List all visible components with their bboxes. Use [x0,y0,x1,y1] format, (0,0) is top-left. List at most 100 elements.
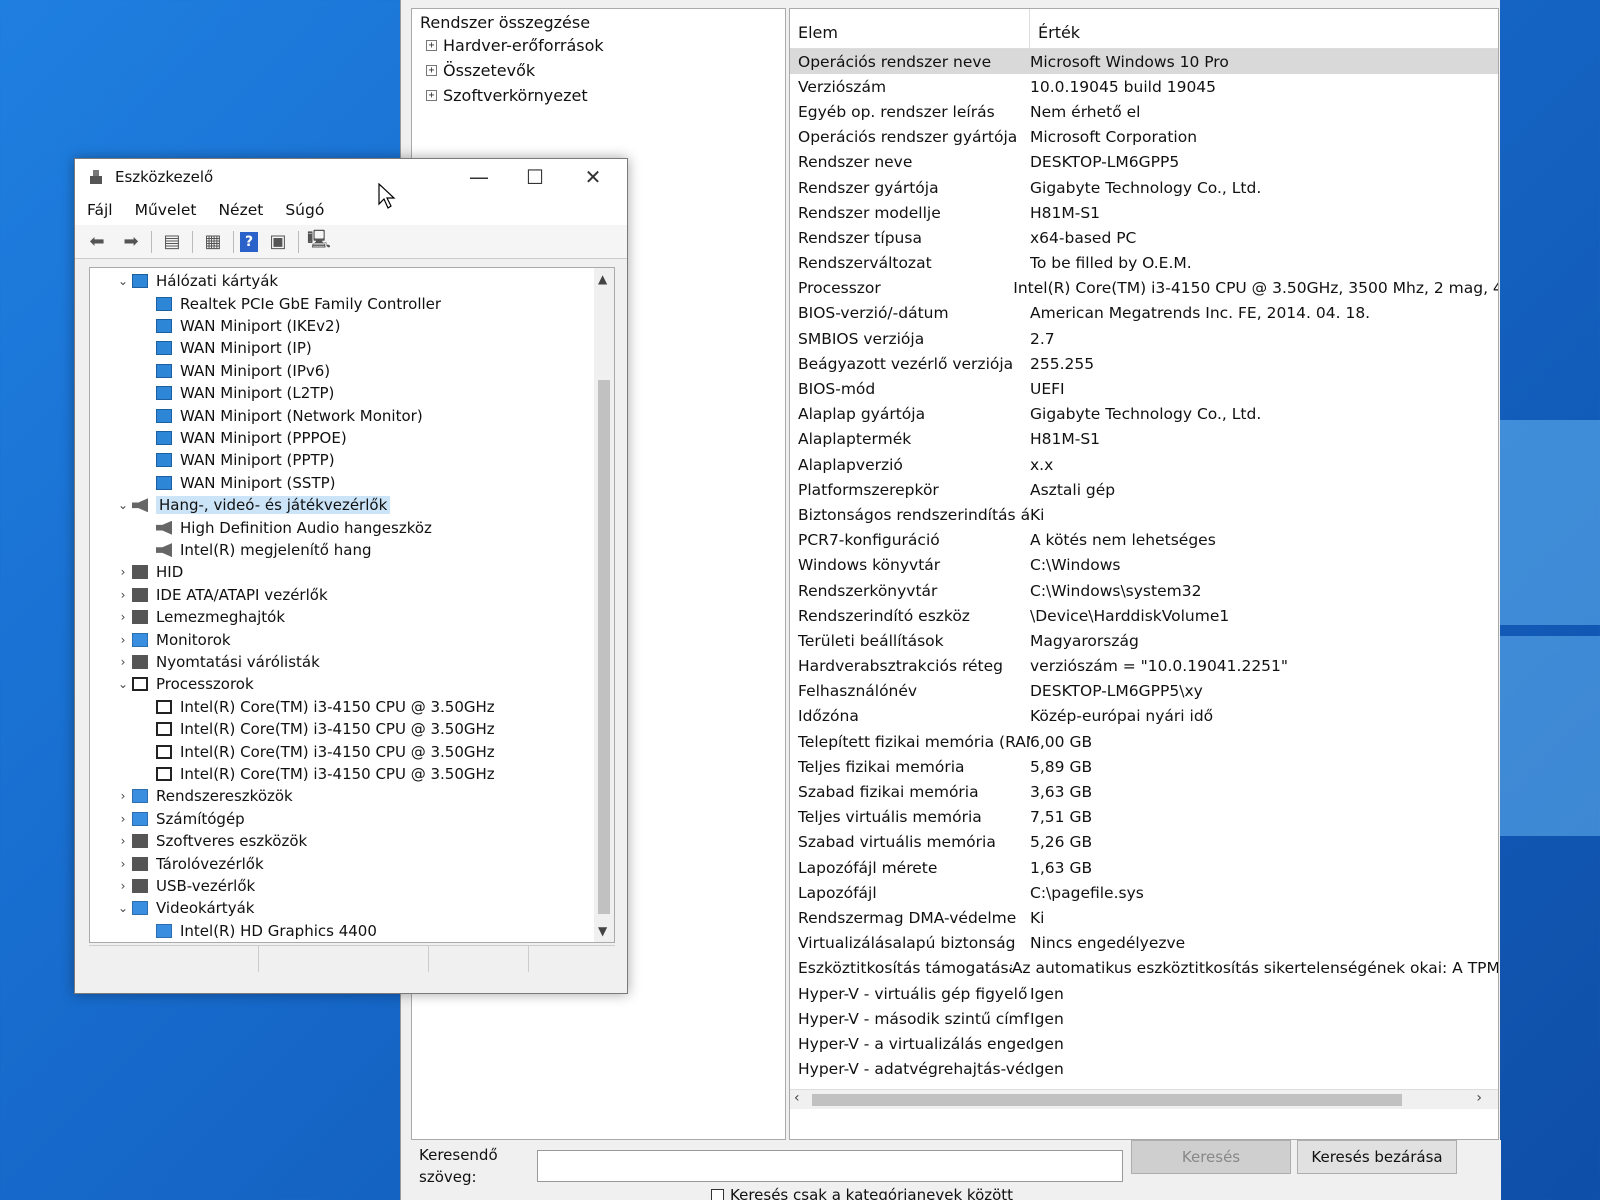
device-category[interactable]: › USB-vezérlők [114,875,256,898]
details-grid[interactable]: Elem Érték Operációs rendszer neve Micros… [789,8,1499,1140]
tree-node[interactable]: + Hardver-erőforrások [412,33,785,58]
table-row[interactable]: Lapozófájl C:\pagefile.sys [790,880,1498,905]
scroll-right-icon[interactable]: › [1476,1090,1482,1106]
category-only-checkbox[interactable] [711,1188,724,1200]
horizontal-scrollbar[interactable]: ‹ › [790,1089,1498,1109]
device-item[interactable]: Intel(R) Core(TM) i3-4150 CPU @ 3.50GHz [156,696,495,719]
expand-plus-icon[interactable]: + [426,65,437,76]
menu-action[interactable]: Művelet [135,201,197,219]
chevron-right-icon[interactable]: › [114,812,132,826]
table-row[interactable]: Eszköztitkosítás támogatása Az automatiku… [790,956,1498,981]
device-item[interactable]: WAN Miniport (PPTP) [156,449,335,472]
device-item[interactable]: Intel(R) Core(TM) i3-4150 CPU @ 3.50GHz [156,740,495,763]
table-row[interactable]: Területi beállítások Magyarország [790,628,1498,653]
table-row[interactable]: Rendszermag DMA-védelme Ki [790,905,1498,930]
scan-hardware-icon[interactable]: 🖳 [305,229,333,254]
table-row[interactable]: Rendszerindító eszköz \Device\HarddiskVol… [790,603,1498,628]
device-category[interactable]: › Szoftveres eszközök [114,830,308,853]
menu-help[interactable]: Súgó [285,201,324,219]
help-icon[interactable]: ? [240,231,258,252]
table-row[interactable]: Teljes virtuális memória 7,51 GB [790,805,1498,830]
table-row[interactable]: BIOS-mód UEFI [790,376,1498,401]
table-row[interactable]: Szabad fizikai memória 3,63 GB [790,779,1498,804]
category-only-option[interactable]: Keresés csak a kategórianevek között [711,1186,1013,1200]
device-item[interactable]: High Definition Audio hangeszköz [156,516,432,539]
table-row[interactable]: Rendszer modellje H81M-S1 [790,200,1498,225]
chevron-right-icon[interactable]: › [114,789,132,803]
device-category[interactable]: › Lemezmeghajtók [114,606,285,629]
device-category[interactable]: ⌄ Processzorok [114,673,254,696]
table-row[interactable]: Beágyazott vezérlő verziója 255.255 [790,351,1498,376]
device-item[interactable]: WAN Miniport (IP) [156,337,312,360]
table-row[interactable]: Verziószám 10.0.19045 build 19045 [790,74,1498,99]
device-category[interactable]: ⌄ Hang-, videó- és játékvezérlők [114,494,391,517]
device-category[interactable]: › IDE ATA/ATAPI vezérlők [114,584,328,607]
forward-arrow-icon[interactable]: ➡ [117,230,145,254]
column-header-item[interactable]: Elem [790,9,1030,48]
scroll-thumb[interactable] [812,1094,1402,1106]
table-row[interactable]: Telepített fizikai memória (RAM) 6,00 GB [790,729,1498,754]
device-item[interactable]: WAN Miniport (PPPOE) [156,427,347,450]
vertical-scrollbar[interactable]: ▲ ▼ [594,268,614,942]
tree-root-system-summary[interactable]: Rendszer összegzése [412,9,785,33]
table-row[interactable]: Időzóna Közép-európai nyári idő [790,704,1498,729]
device-item[interactable]: WAN Miniport (L2TP) [156,382,334,405]
column-header-value[interactable]: Érték [1030,9,1080,48]
minimize-icon[interactable]: — [455,161,503,193]
chevron-right-icon[interactable]: › [114,834,132,848]
table-row[interactable]: Rendszer neve DESKTOP-LM6GPP5 [790,150,1498,175]
search-button[interactable]: Keresés [1131,1140,1291,1174]
chevron-right-icon[interactable]: › [114,610,132,624]
scroll-down-icon[interactable]: ▼ [598,924,607,938]
device-item[interactable]: WAN Miniport (IKEv2) [156,315,340,338]
chevron-down-icon[interactable]: ⌄ [114,677,132,691]
chevron-down-icon[interactable]: ⌄ [114,901,132,915]
device-item[interactable]: WAN Miniport (IPv6) [156,360,330,383]
table-row[interactable]: Windows könyvtár C:\Windows [790,553,1498,578]
menu-file[interactable]: Fájl [87,201,113,219]
table-row[interactable]: Alaplapverzió x.x [790,452,1498,477]
device-category[interactable]: ⌄ Videokártyák [114,897,254,920]
tree-node[interactable]: + Összetevők [412,58,785,83]
properties-icon[interactable]: ▤ [158,230,186,254]
table-row[interactable]: Rendszer típusa x64-based PC [790,225,1498,250]
chevron-right-icon[interactable]: › [114,588,132,602]
chevron-right-icon[interactable]: › [114,565,132,579]
back-arrow-icon[interactable]: ⬅ [83,230,111,254]
table-row[interactable]: Szabad virtuális memória 5,26 GB [790,830,1498,855]
device-item[interactable]: WAN Miniport (SSTP) [156,472,336,495]
expand-plus-icon[interactable]: + [426,90,437,101]
device-tree[interactable]: ⌄ Hálózati kártyák Realtek PCIe GbE Family… [89,267,615,943]
list-view-icon[interactable]: ▦ [199,230,227,254]
device-item[interactable]: Intel(R) HD Graphics 4400 [156,920,377,942]
chevron-right-icon[interactable]: › [114,879,132,893]
table-row[interactable]: Rendszerváltozat To be filled by O.E.M. [790,251,1498,276]
table-row[interactable]: Lapozófájl mérete 1,63 GB [790,855,1498,880]
table-row[interactable]: Hyper-V - virtuális gép figyelő ... Igen [790,981,1498,1006]
table-row[interactable]: Rendszer gyártója Gigabyte Technology Co.… [790,175,1498,200]
table-row[interactable]: Hyper-V - a virtualizálás enged... Igen [790,1031,1498,1056]
chevron-right-icon[interactable]: › [114,857,132,871]
maximize-icon[interactable]: ☐ [511,161,559,193]
device-category[interactable]: › Tárolóvezérlők [114,852,264,875]
close-search-button[interactable]: Keresés bezárása [1297,1140,1457,1174]
device-item[interactable]: WAN Miniport (Network Monitor) [156,404,423,427]
device-category[interactable]: › Monitorok [114,628,231,651]
scroll-left-icon[interactable]: ‹ [794,1090,800,1106]
device-category[interactable]: › Számítógép [114,808,245,831]
table-row[interactable]: Hyper-V - adatvégrehajtás-véd... Igen [790,1057,1498,1082]
table-row[interactable]: Alaplaptermék H81M-S1 [790,427,1498,452]
table-row[interactable]: Rendszerkönyvtár C:\Windows\system32 [790,578,1498,603]
chevron-right-icon[interactable]: › [114,655,132,669]
table-row[interactable]: Operációs rendszer neve Microsoft Windows… [790,49,1498,75]
chevron-down-icon[interactable]: ⌄ [114,498,132,512]
chevron-right-icon[interactable]: › [114,633,132,647]
table-row[interactable]: Teljes fizikai memória 5,89 GB [790,754,1498,779]
menu-view[interactable]: Nézet [218,201,263,219]
table-row[interactable]: Hardverabsztrakciós réteg verziószám = "1… [790,654,1498,679]
table-row[interactable]: Platformszerepkör Asztali gép [790,477,1498,502]
title-bar[interactable]: Eszközkezelő — ☐ ✕ [75,159,627,195]
device-category[interactable]: › HID [114,561,184,584]
driver-icon[interactable]: ▣ [264,230,292,254]
table-row[interactable]: SMBIOS verziója 2.7 [790,326,1498,351]
